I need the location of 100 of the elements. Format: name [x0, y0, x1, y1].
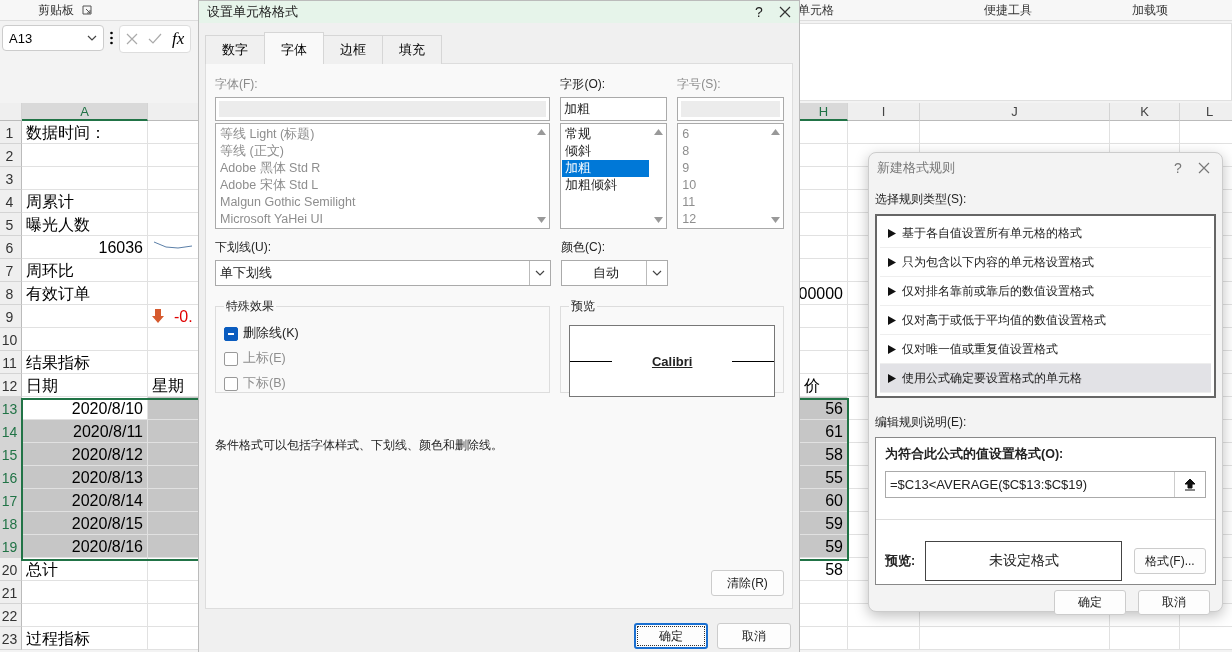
select-all-button[interactable]	[0, 103, 22, 121]
list-item[interactable]: 仅对排名靠前或靠后的数值设置格式	[880, 277, 1211, 306]
scroll-down-icon[interactable]	[653, 217, 663, 223]
ribbon-group-label: 加载项	[1132, 1, 1168, 19]
checkbox[interactable]	[224, 326, 238, 341]
row-header[interactable]: 19	[0, 535, 22, 558]
column-header[interactable]: L	[1180, 103, 1232, 121]
table-cell: 56	[800, 397, 848, 420]
scroll-up-icon[interactable]	[653, 129, 663, 135]
row-header[interactable]: 13	[0, 397, 22, 420]
list-item[interactable]: 仅对高于或低于平均值的数值设置格式	[880, 306, 1211, 335]
row-header[interactable]: 11	[0, 351, 22, 374]
color-dropdown[interactable]: 自动	[561, 260, 668, 286]
row-header[interactable]: 14	[0, 420, 22, 443]
row-header[interactable]: 20	[0, 558, 22, 581]
list-box[interactable]: 常规 倾斜 加粗 加粗倾斜	[560, 123, 668, 229]
formula-field[interactable]: =$C13<AVERAGE($C$13:$C$19)	[885, 471, 1206, 498]
list-item[interactable]: 加粗倾斜	[562, 177, 650, 194]
row-header[interactable]: 21	[0, 581, 22, 604]
row-header[interactable]: 23	[0, 627, 22, 650]
tab[interactable]: 边框	[323, 35, 383, 64]
row-header[interactable]: 4	[0, 190, 22, 213]
field-label: 下划线(U):	[215, 239, 272, 256]
row-header[interactable]: 18	[0, 512, 22, 535]
row-header[interactable]: 9	[0, 305, 22, 328]
row-header[interactable]: 12	[0, 374, 22, 397]
chevron-down-icon	[652, 270, 662, 276]
table-cell: 结果指标	[22, 351, 148, 374]
row-header[interactable]: 6	[0, 236, 22, 259]
scroll-down-icon[interactable]	[770, 217, 780, 223]
column-header[interactable]: A	[22, 103, 148, 121]
row-header[interactable]: 7	[0, 259, 22, 282]
tab[interactable]: 字体	[264, 32, 324, 64]
rule-type-list[interactable]: 基于各自值设置所有单元格的格式 只为包含以下内容的单元格设置格式 仅对排名靠前或靠后的数值设置格式 仅对高于或低于平均值的数值设置格式 仅对唯一值或重复值设置格式 使用公式确定要设置格式的单元格	[875, 214, 1216, 398]
section-label: 选择规则类型(S):	[875, 192, 967, 206]
format-button[interactable]: 格式(F)...	[1134, 548, 1206, 574]
table-cell: 59	[800, 535, 848, 558]
section-label: 编辑规则说明(E):	[875, 415, 967, 429]
table-cell: 2020/8/11	[22, 420, 148, 443]
triangle-icon	[888, 257, 896, 267]
row-header[interactable]: 10	[0, 328, 22, 351]
checkbox-label: 上标(E)	[243, 350, 286, 367]
list-item[interactable]: 基于各自值设置所有单元格的格式	[880, 219, 1211, 248]
check-icon[interactable]	[148, 33, 162, 45]
insert-function-button[interactable]: fx	[172, 29, 185, 49]
dialog-button[interactable]: 取消	[1138, 590, 1210, 615]
name-box[interactable]: A13	[2, 25, 104, 51]
triangle-icon	[888, 344, 896, 354]
table-cell: 数据时间：	[22, 121, 148, 144]
tab[interactable]: 数字	[205, 35, 265, 64]
field-label: 字体(F):	[215, 76, 259, 93]
table-cell: 2020/8/16	[22, 535, 148, 558]
cancel-icon[interactable]	[126, 33, 138, 45]
upload-icon[interactable]	[1184, 478, 1196, 491]
input-field[interactable]: 加粗	[560, 97, 668, 121]
list-item[interactable]: 加粗	[562, 160, 650, 177]
help-button[interactable]: ?	[1158, 160, 1198, 176]
dialog-button[interactable]: 确定	[634, 623, 708, 649]
table-cell: 周累计	[22, 190, 148, 213]
row-header[interactable]: 5	[0, 213, 22, 236]
row-header[interactable]: 2	[0, 144, 22, 167]
field-label: 为符合此公式的值设置格式(O):	[885, 447, 1064, 461]
table-cell	[1110, 627, 1180, 650]
close-icon[interactable]	[779, 6, 791, 18]
dialog-button[interactable]: 确定	[1054, 590, 1126, 615]
list-item[interactable]: 使用公式确定要设置格式的单元格	[880, 364, 1211, 393]
list-item[interactable]: 倾斜	[562, 143, 650, 160]
help-button[interactable]: ?	[739, 4, 779, 20]
field-label: 预览:	[885, 552, 916, 570]
dialog-button[interactable]: 取消	[717, 623, 791, 649]
list-item[interactable]: 只为包含以下内容的单元格设置格式	[880, 248, 1211, 277]
scroll-up-icon[interactable]	[536, 129, 546, 135]
table-cell: 2020/8/13	[22, 466, 148, 489]
dialog-launcher-icon[interactable]	[82, 5, 92, 15]
table-cell: 曝光人数	[22, 213, 148, 236]
column-header[interactable]: H	[800, 103, 848, 121]
row-header[interactable]: 8	[0, 282, 22, 305]
row-header[interactable]: 22	[0, 604, 22, 627]
clear-button[interactable]: 清除(R)	[711, 570, 784, 596]
more-icon[interactable]	[110, 31, 113, 45]
column-header[interactable]: I	[848, 103, 920, 121]
ribbon-group-label: 剪贴板	[38, 1, 74, 19]
table-cell: 有效订单	[22, 282, 148, 305]
scroll-up-icon[interactable]	[770, 129, 780, 135]
table-cell	[848, 121, 920, 144]
chevron-down-icon	[87, 35, 97, 41]
column-header[interactable]: K	[1110, 103, 1180, 121]
row-header[interactable]: 16	[0, 466, 22, 489]
scroll-down-icon[interactable]	[536, 217, 546, 223]
table-cell: 总计	[22, 558, 148, 581]
tab[interactable]: 填充	[382, 35, 442, 64]
list-item[interactable]: 常规	[562, 126, 650, 143]
table-cell: 2020/8/10	[22, 397, 148, 420]
table-cell: 61	[800, 420, 848, 443]
row-header[interactable]: 17	[0, 489, 22, 512]
row-header[interactable]: 1	[0, 121, 22, 144]
row-header[interactable]: 15	[0, 443, 22, 466]
column-header[interactable]: J	[920, 103, 1110, 121]
underline-dropdown[interactable]: 单下划线	[215, 260, 551, 286]
row-header[interactable]: 3	[0, 167, 22, 190]
